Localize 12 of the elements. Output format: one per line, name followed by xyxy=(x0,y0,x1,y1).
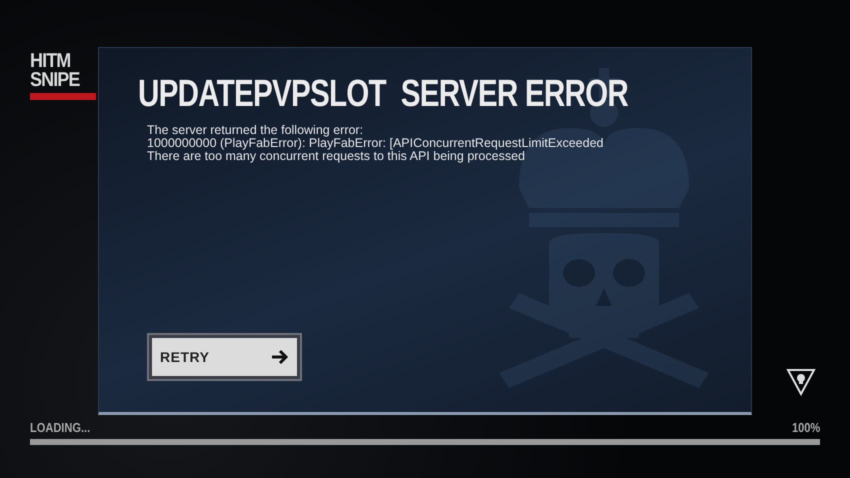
loading-percent: 100% xyxy=(792,420,820,435)
skull-triangle-icon xyxy=(786,366,816,396)
retry-button[interactable]: RETRY xyxy=(149,335,300,379)
loading-label: LOADING... xyxy=(30,420,90,435)
logo-bar xyxy=(30,93,96,100)
dialog-title: UPDATEPVPSLOT SERVER ERROR xyxy=(138,74,628,114)
error-message: The server returned the following error: xyxy=(147,124,364,137)
error-message: 1000000000 (PlayFabError): PlayFabError: [APIConcurrentRequestLimitExceeded xyxy=(147,137,604,150)
arrow-right-icon xyxy=(271,349,289,365)
error-message: There are too many concurrent requests to this API being processed xyxy=(147,150,525,163)
logo-text: HITM xyxy=(30,52,72,71)
logo-text: SNIPE xyxy=(30,71,81,90)
